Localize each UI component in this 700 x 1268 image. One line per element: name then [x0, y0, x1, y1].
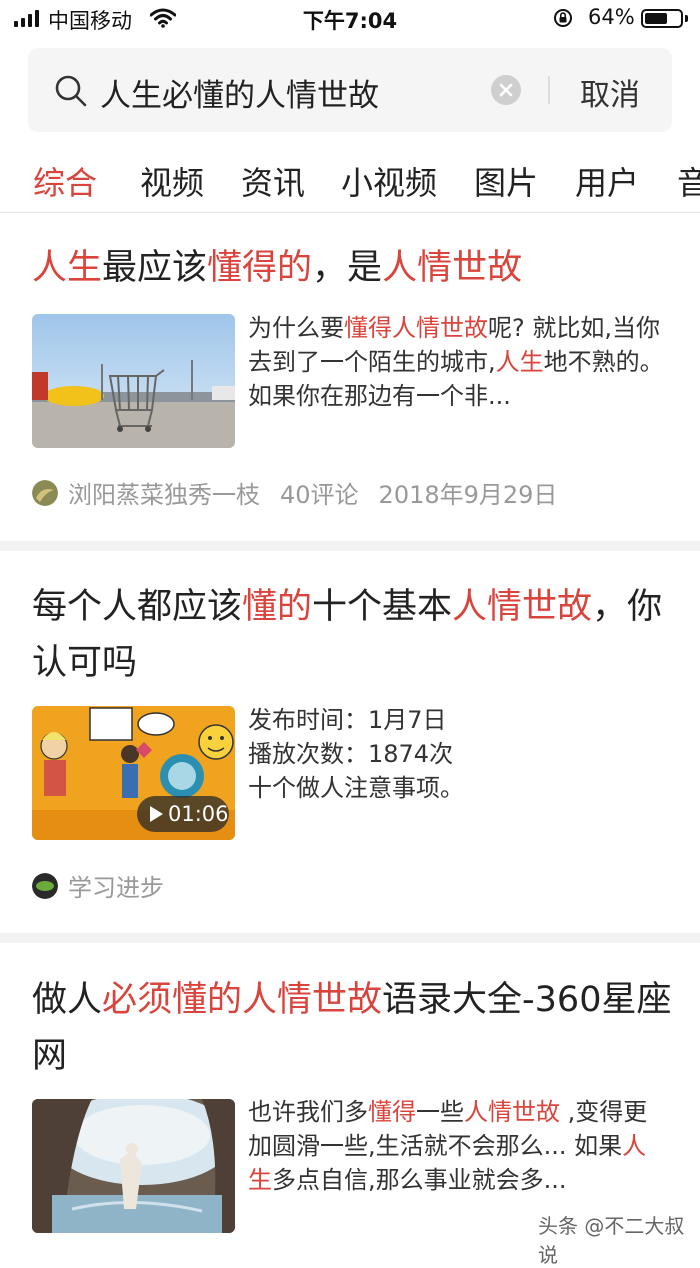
category-tabs: 综合 视频 资讯 小视频 图片 用户 音: [0, 150, 700, 212]
result-title[interactable]: 每个人都应该懂的十个基本人情世故，你认可吗: [32, 579, 672, 691]
play-count: 播放次数：1874次: [248, 740, 454, 768]
result-title[interactable]: 人生最应该懂得的，是人情世故: [32, 240, 672, 296]
tab-news[interactable]: 资讯: [241, 158, 305, 204]
keyword-highlight: 懂得的: [207, 248, 313, 288]
tab-video[interactable]: 视频: [140, 158, 204, 204]
video-thumbnail[interactable]: 01:06: [32, 706, 235, 840]
text-segment: 为什么要: [248, 314, 344, 342]
publish-date: 2018年9月29日: [378, 481, 558, 509]
result-title[interactable]: 做人必须懂的人情世故语录大全-360星座网: [32, 972, 672, 1084]
author-name[interactable]: 浏阳蒸菜独秀一枝: [68, 475, 260, 510]
publish-time: 发布时间：1月7日: [248, 706, 447, 734]
text-segment: 最应该: [102, 248, 208, 288]
result-separator: [0, 541, 700, 551]
author-avatar[interactable]: [32, 479, 58, 506]
tab-comprehensive[interactable]: 综合: [33, 158, 97, 204]
result-meta: 浏阳蒸菜独秀一枝 40评论 2018年9月29日: [32, 475, 577, 510]
comment-count: 40评论: [280, 481, 359, 509]
keyword-highlight: 必须懂的人情世故: [102, 980, 383, 1020]
play-icon: [150, 806, 163, 822]
keyword-highlight: 人情世故: [382, 248, 523, 288]
battery-tip: [685, 15, 688, 22]
tab-images[interactable]: 图片: [474, 158, 538, 204]
author-avatar[interactable]: [32, 872, 58, 899]
shopping-cart-image: [32, 314, 235, 448]
result-description: 也许我们多懂得一些人情世故 ,变得更加圆滑一些,生活就不会那么... 如果人生多…: [248, 1095, 668, 1197]
tab-short-video[interactable]: 小视频: [341, 158, 437, 204]
search-icon: [55, 75, 87, 107]
keyword-highlight: 懂的: [242, 587, 313, 627]
cave-illustration-image: [32, 1099, 235, 1233]
clear-icon[interactable]: [490, 74, 522, 106]
text-segment: ，是: [312, 248, 383, 288]
battery-level: [645, 13, 667, 24]
video-info: 发布时间：1月7日 播放次数：1874次 十个做人注意事项。: [248, 703, 668, 805]
keyword-highlight: 人情世故: [452, 587, 593, 627]
text-segment: 一些: [416, 1098, 464, 1126]
keyword-highlight: 人生: [495, 348, 544, 376]
text-segment: 十个基本: [312, 587, 453, 627]
text-segment: 做人: [32, 980, 103, 1020]
text-segment: 多点自信,那么事业就会多...: [272, 1166, 567, 1194]
rotation-lock-icon: [554, 9, 572, 27]
result-description: 为什么要懂得人情世故呢? 就比如,当你去到了一个陌生的城市,人生地不熟的。如果你…: [248, 311, 668, 413]
keyword-highlight: 人生: [32, 248, 103, 288]
tab-music[interactable]: 音: [677, 158, 700, 204]
watermark: 头条 @不二大叔说: [538, 1214, 685, 1267]
search-input[interactable]: 人生必懂的人情世故: [100, 70, 379, 115]
search-bar[interactable]: 人生必懂的人情世故 取消: [28, 48, 672, 132]
result-thumbnail[interactable]: [32, 1099, 235, 1233]
video-duration: 01:06: [137, 796, 229, 832]
tab-users[interactable]: 用户: [575, 158, 639, 204]
result-thumbnail[interactable]: [32, 314, 235, 448]
battery-icon: [641, 9, 683, 28]
keyword-highlight: 懂得人情世故: [344, 314, 488, 342]
result-meta: 学习进步: [32, 868, 184, 903]
author-name[interactable]: 学习进步: [68, 868, 164, 903]
tabs-divider: [0, 212, 700, 213]
video-summary: 十个做人注意事项。: [248, 774, 464, 802]
result-separator: [0, 933, 700, 943]
text-segment: 也许我们多: [248, 1098, 368, 1126]
cancel-button[interactable]: 取消: [580, 70, 640, 114]
keyword-highlight: 人情世故: [464, 1098, 560, 1126]
battery-percent: 64%: [588, 5, 635, 29]
status-bar: 中国移动 下午7:04 64%: [0, 0, 700, 36]
keyword-highlight: 懂得: [368, 1098, 416, 1126]
text-segment: 每个人都应该: [32, 587, 243, 627]
search-divider: [548, 76, 550, 104]
